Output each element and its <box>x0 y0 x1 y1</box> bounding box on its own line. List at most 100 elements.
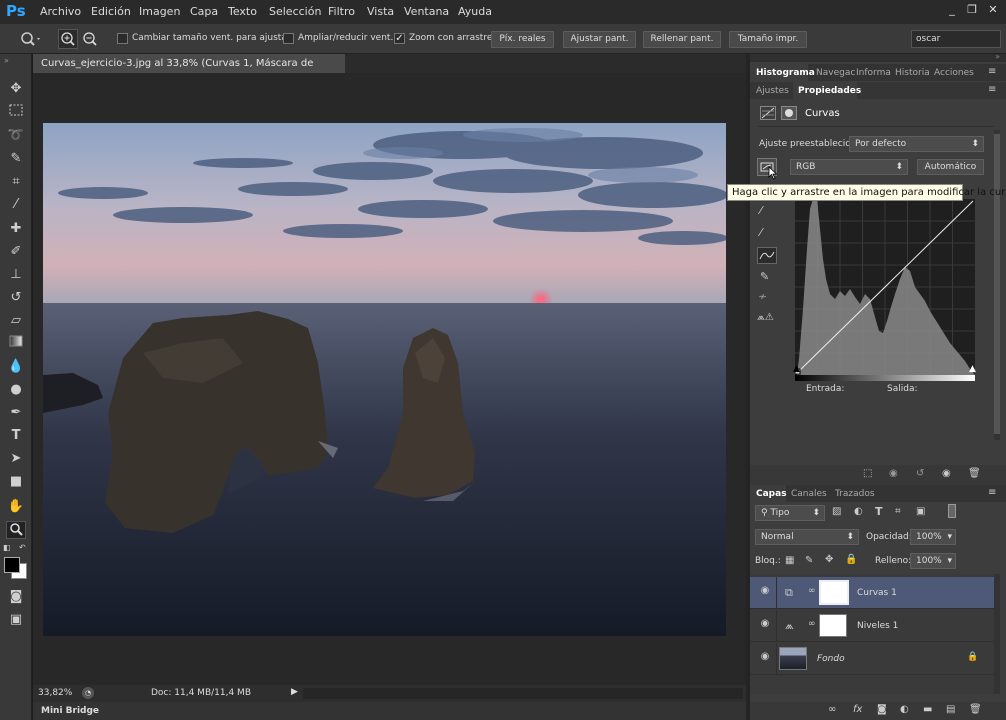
default-colors-icon[interactable]: ◧ <box>3 543 11 552</box>
filter-shape-icon[interactable]: ⌗ <box>895 506 901 517</box>
dodge-tool-icon[interactable]: ● <box>6 381 26 399</box>
add-mask-icon[interactable]: ◙ <box>877 704 887 715</box>
tab-informacion[interactable]: Informa <box>856 68 891 78</box>
filter-type-icon[interactable]: T <box>875 505 883 518</box>
tab-canales[interactable]: Canales <box>791 489 827 499</box>
mask-link-icon[interactable]: ∞ <box>808 619 816 629</box>
restore-button[interactable]: ❐ <box>964 3 980 17</box>
menu-ayuda[interactable]: Ayuda <box>458 5 492 18</box>
foreground-color-swatch[interactable] <box>4 557 20 573</box>
delete-adjustment-icon[interactable]: 🗑 <box>968 468 981 479</box>
menu-vista[interactable]: Vista <box>367 5 394 18</box>
toolbar-collapse-icon[interactable]: » <box>4 56 9 65</box>
rectangle-tool-icon[interactable]: ■ <box>6 473 26 491</box>
layer-name[interactable]: Niveles 1 <box>857 621 898 631</box>
layer-curvas-1[interactable]: ◉ ⧉ ∞ Curvas 1 <box>750 577 994 609</box>
lock-position-icon[interactable]: ✥ <box>825 554 833 565</box>
doc-size-info[interactable]: Doc: 11,4 MB/11,4 MB <box>151 688 251 698</box>
tab-capas[interactable]: Capas <box>756 489 787 499</box>
menu-capa[interactable]: Capa <box>190 5 218 18</box>
filter-toggle-icon[interactable] <box>948 504 956 518</box>
tab-propiedades[interactable]: Propiedades <box>798 86 861 96</box>
new-adjustment-layer-icon[interactable]: ◐ <box>900 704 909 715</box>
menu-imagen[interactable]: Imagen <box>139 5 180 18</box>
workspace-selector[interactable]: oscar <box>911 30 1001 48</box>
zoom-tool-icon[interactable] <box>6 521 26 539</box>
close-window-button[interactable]: ✕ <box>985 3 1001 17</box>
smooth-curve-icon[interactable]: ≁ <box>758 290 767 303</box>
layer-visibility-eye-icon[interactable]: ◉ <box>758 585 772 599</box>
fill-screen-button[interactable]: Rellenar pant. <box>643 31 721 48</box>
delete-layer-icon[interactable]: 🗑 <box>969 704 982 715</box>
link-layers-icon[interactable]: ∞ <box>828 704 836 715</box>
eyedropper-tool-icon[interactable]: ⁄ <box>6 196 26 214</box>
auto-button[interactable]: Automático <box>917 159 984 175</box>
layer-fondo[interactable]: ◉ Fondo 🔒 <box>750 643 994 675</box>
mask-icon[interactable] <box>781 106 797 120</box>
tab-trazados[interactable]: Trazados <box>835 489 875 499</box>
curve-graph[interactable] <box>794 199 975 375</box>
crop-tool-icon[interactable]: ⌗ <box>6 173 26 191</box>
quick-mask-icon[interactable]: ◙ <box>6 588 26 606</box>
layer-filter-dropdown[interactable]: ⚲ Tipo ⬍ <box>755 505 825 521</box>
menu-ventana[interactable]: Ventana <box>404 5 449 18</box>
pencil-curve-icon[interactable]: ✎ <box>760 270 769 283</box>
menu-texto[interactable]: Texto <box>228 5 257 18</box>
eraser-tool-icon[interactable]: ▱ <box>6 312 26 330</box>
clipping-warning-icon[interactable]: ⩕⚠ <box>757 312 774 323</box>
type-tool-icon[interactable]: T <box>6 427 26 445</box>
channel-dropdown[interactable]: RGB ⬍ <box>790 159 908 175</box>
screen-mode-icon[interactable]: ▣ <box>6 611 26 629</box>
menu-seleccion[interactable]: Selección <box>269 5 321 18</box>
history-brush-tool-icon[interactable]: ↺ <box>6 289 26 307</box>
tab-histograma[interactable]: Histograma <box>756 68 815 78</box>
curve-points-tool-icon[interactable] <box>757 247 777 264</box>
zoom-tool-preset-icon[interactable] <box>18 30 42 48</box>
background-layer-thumbnail[interactable] <box>779 647 807 670</box>
new-group-icon[interactable]: ▬ <box>923 704 932 715</box>
zoom-out-icon[interactable] <box>81 30 99 48</box>
quick-select-tool-icon[interactable]: ✎ <box>6 150 26 168</box>
mask-link-icon[interactable]: ∞ <box>808 586 816 596</box>
layer-visibility-eye-icon[interactable]: ◉ <box>758 618 772 632</box>
marquee-tool-icon[interactable] <box>6 104 26 122</box>
status-menu-arrow-icon[interactable]: ▶ <box>291 687 298 697</box>
filter-adjustment-icon[interactable]: ◐ <box>854 506 863 517</box>
black-slider-icon[interactable]: ▲ <box>793 364 800 374</box>
reset-icon[interactable]: ↺ <box>916 468 924 479</box>
horizontal-scrollbar[interactable] <box>303 688 743 699</box>
swap-colors-icon[interactable]: ↶ <box>19 543 26 552</box>
tab-historia[interactable]: Historia <box>895 68 930 78</box>
blur-tool-icon[interactable]: 💧 <box>6 358 26 376</box>
panel-menu-icon[interactable]: ≡ <box>988 66 996 77</box>
new-layer-icon[interactable]: ▤ <box>946 704 955 715</box>
properties-menu-icon[interactable]: ≡ <box>988 84 996 95</box>
lock-transparency-icon[interactable]: ▦ <box>785 555 794 566</box>
black-point-eyedropper-icon[interactable]: ⁄ <box>760 204 762 217</box>
layer-name[interactable]: Fondo <box>817 654 845 664</box>
pen-tool-icon[interactable]: ✒ <box>6 404 26 422</box>
preset-dropdown[interactable]: Por defecto ⬍ <box>849 136 984 152</box>
dock-collapse-icon[interactable]: » <box>995 52 1000 61</box>
filter-pixel-icon[interactable]: ▨ <box>832 506 841 517</box>
document-image[interactable] <box>43 123 726 636</box>
blend-mode-dropdown[interactable]: Normal ⬍ <box>755 529 859 545</box>
layer-name[interactable]: Curvas 1 <box>857 588 897 598</box>
lasso-tool-icon[interactable]: ➰ <box>6 127 26 145</box>
layer-style-icon[interactable]: fx <box>853 704 862 715</box>
tab-ajustes[interactable]: Ajustes <box>756 86 789 96</box>
healing-brush-tool-icon[interactable]: ✚ <box>6 220 26 238</box>
menu-filtro[interactable]: Filtro <box>328 5 355 18</box>
zoom-all-windows-checkbox[interactable] <box>283 33 294 44</box>
layer-visibility-eye-icon[interactable]: ◉ <box>758 651 772 665</box>
menu-edicion[interactable]: Edición <box>91 5 131 18</box>
minimize-button[interactable]: _ <box>944 3 960 17</box>
zoom-in-icon[interactable] <box>58 29 78 49</box>
hand-tool-icon[interactable]: ✋ <box>6 498 26 516</box>
tab-acciones[interactable]: Acciones <box>934 68 974 78</box>
properties-scrollbar[interactable] <box>994 130 1000 440</box>
clone-stamp-tool-icon[interactable]: ⊥ <box>6 266 26 284</box>
clip-to-layer-icon[interactable]: ⬚ <box>863 468 872 479</box>
white-slider-icon[interactable]: ▲ <box>969 364 976 374</box>
resize-window-checkbox[interactable] <box>117 33 128 44</box>
